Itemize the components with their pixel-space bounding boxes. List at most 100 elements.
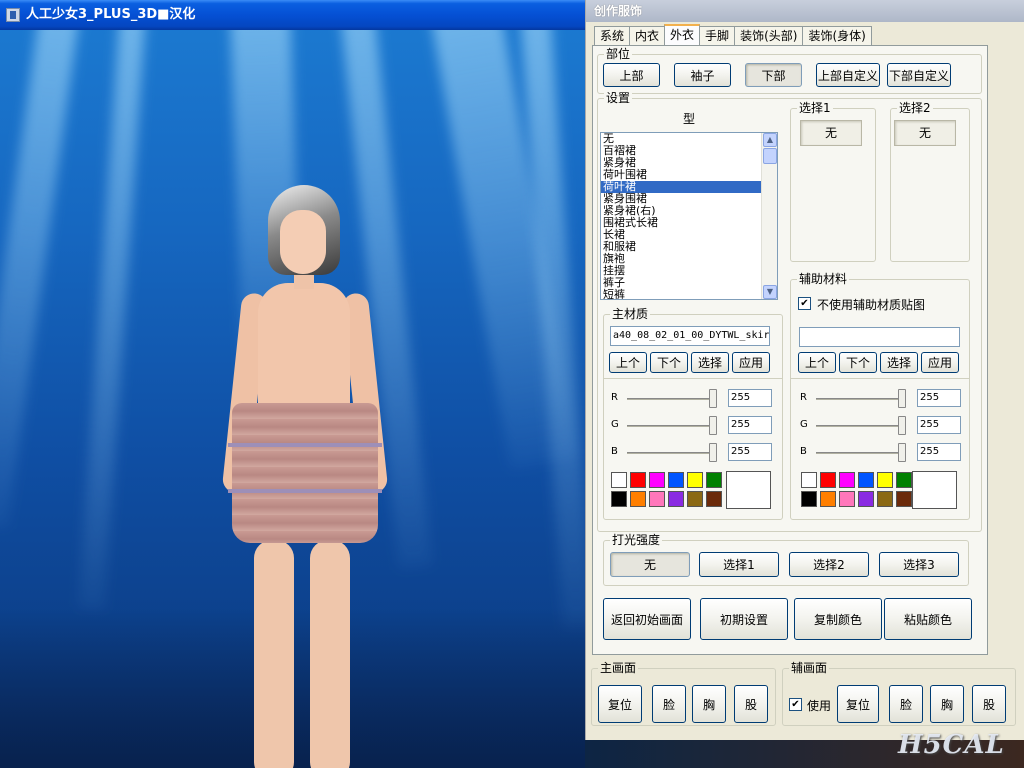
part-upper-custom-button[interactable]: 上部自定义 [816,63,880,87]
lighting-none-button[interactable]: 无 [610,552,690,577]
slider-thumb[interactable] [898,416,906,435]
main-apply-button[interactable]: 应用 [732,352,770,373]
color-swatch[interactable] [820,491,836,507]
copy-color-button[interactable]: 复制颜色 [794,598,882,640]
color-swatch[interactable] [877,491,893,507]
slider-thumb[interactable] [898,443,906,462]
aux-no-texture-checkbox[interactable]: ✔ [798,297,811,310]
aux-green-value[interactable]: 255 [917,416,961,434]
aux-prev-button[interactable]: 上个 [798,352,836,373]
color-swatch[interactable] [801,472,817,488]
choice2-value[interactable]: 无 [894,120,956,146]
aux-green-slider[interactable]: G 255 [800,416,970,436]
list-scrollbar[interactable]: ▲ ▼ [761,133,777,299]
aux-use-checkbox[interactable]: ✔ [789,698,802,711]
initial-settings-button[interactable]: 初期设置 [700,598,788,640]
color-swatch[interactable] [858,491,874,507]
lighting-choice2-button[interactable]: 选择2 [789,552,869,577]
color-swatch[interactable] [706,472,722,488]
slider-thumb[interactable] [898,389,906,408]
aux-red-value[interactable]: 255 [917,389,961,407]
main-material-filename-field[interactable]: a40_08_02_01_00_DYTWL_skir [610,326,770,346]
aux-next-button[interactable]: 下个 [839,352,877,373]
part-sleeve-button[interactable]: 袖子 [674,63,731,87]
aux-color-palette[interactable] [801,472,912,507]
aux-material-filename-field[interactable] [799,327,960,347]
main-prev-button[interactable]: 上个 [609,352,647,373]
color-swatch[interactable] [668,472,684,488]
color-swatch[interactable] [839,472,855,488]
part-lower-custom-button[interactable]: 下部自定义 [887,63,951,87]
color-swatch[interactable] [820,472,836,488]
color-swatch[interactable] [630,491,646,507]
list-item[interactable]: 和服裙 [601,241,777,253]
main-green-slider[interactable]: G 255 [611,416,781,436]
slider-thumb[interactable] [709,443,717,462]
main-green-value[interactable]: 255 [728,416,772,434]
color-swatch[interactable] [896,472,912,488]
list-item[interactable]: 挂摆 [601,265,777,277]
color-swatch[interactable] [877,472,893,488]
main-select-button[interactable]: 选择 [691,352,729,373]
dialog-titlebar[interactable]: 创作服饰 [586,0,1024,22]
scroll-up-icon[interactable]: ▲ [763,133,777,147]
tab-accessory-head[interactable]: 装饰(头部) [734,26,804,46]
slider-thumb[interactable] [709,389,717,408]
color-swatch[interactable] [839,491,855,507]
tab-outerwear[interactable]: 外衣 [664,24,701,46]
part-upper-button[interactable]: 上部 [603,63,660,87]
aux-no-texture-label: 不使用辅助材质贴图 [817,298,926,312]
color-swatch[interactable] [611,491,627,507]
type-listbox[interactable]: 无 百褶裙 紧身裙 荷叶围裙 荷叶裙 紧身围裙 紧身裙(右) 围裙式长裙 长裙 … [600,132,778,300]
3d-viewport[interactable] [0,30,585,768]
aux-reset-button[interactable]: 复位 [837,685,879,723]
aux-apply-button[interactable]: 应用 [921,352,959,373]
scroll-down-icon[interactable]: ▼ [763,285,777,299]
list-item[interactable]: 短裤 [601,289,777,300]
tab-system[interactable]: 系统 [594,26,631,46]
color-swatch[interactable] [706,491,722,507]
color-swatch[interactable] [611,472,627,488]
character-model[interactable] [210,155,400,768]
game-titlebar[interactable]: 人工少女3_PLUS_3D■汉化 [0,0,585,30]
aux-select-button[interactable]: 选择 [880,352,918,373]
main-blue-value[interactable]: 255 [728,443,772,461]
color-swatch[interactable] [687,472,703,488]
lighting-choice1-button[interactable]: 选择1 [699,552,779,577]
color-swatch[interactable] [630,472,646,488]
color-swatch[interactable] [668,491,684,507]
costume-dialog: 创作服饰 系统 内衣 外衣 手脚 装饰(头部) 装饰(身体) 部位 上部 袖子 … [585,0,1024,740]
main-next-button[interactable]: 下个 [650,352,688,373]
main-reset-button[interactable]: 复位 [598,685,642,723]
list-item[interactable]: 裤子 [601,277,777,289]
main-chest-button[interactable]: 胸 [692,685,726,723]
main-red-slider[interactable]: R 255 [611,389,781,409]
aux-blue-slider[interactable]: B 255 [800,443,970,463]
paste-color-button[interactable]: 粘贴颜色 [884,598,972,640]
tab-hands-feet[interactable]: 手脚 [699,26,736,46]
part-lower-button[interactable]: 下部 [745,63,802,87]
color-swatch[interactable] [687,491,703,507]
scroll-thumb[interactable] [763,148,777,164]
choice1-value[interactable]: 无 [800,120,862,146]
main-blue-slider[interactable]: B 255 [611,443,781,463]
color-swatch[interactable] [801,491,817,507]
list-item[interactable]: 围裙式长裙 [601,217,777,229]
main-hip-button[interactable]: 股 [734,685,768,723]
color-swatch[interactable] [858,472,874,488]
aux-blue-value[interactable]: 255 [917,443,961,461]
color-swatch[interactable] [649,491,665,507]
return-initial-screen-button[interactable]: 返回初始画面 [603,598,691,640]
type-header: 型 [682,112,695,126]
lighting-choice3-button[interactable]: 选择3 [879,552,959,577]
slider-thumb[interactable] [709,416,717,435]
main-color-palette[interactable] [611,472,722,507]
color-swatch[interactable] [896,491,912,507]
main-face-button[interactable]: 脸 [652,685,686,723]
tab-accessory-body[interactable]: 装饰(身体) [802,26,872,46]
color-swatch[interactable] [649,472,665,488]
aux-red-slider[interactable]: R 255 [800,389,970,409]
tab-underwear[interactable]: 内衣 [629,26,666,46]
main-red-value[interactable]: 255 [728,389,772,407]
list-item[interactable]: 旗袍 [601,253,777,265]
